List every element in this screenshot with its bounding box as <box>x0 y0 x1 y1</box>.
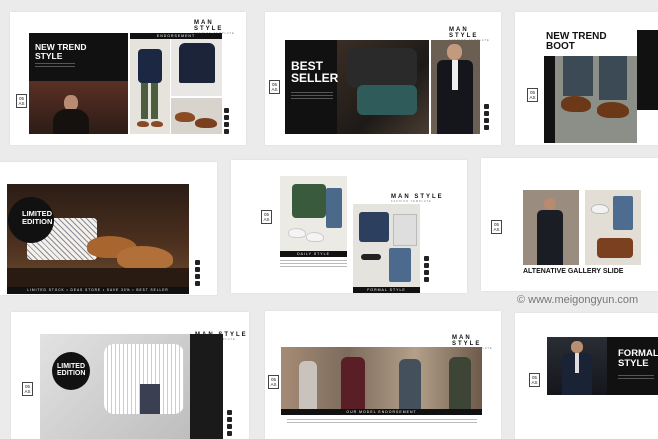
title-panel: NEW TREND STYLE <box>29 33 128 134</box>
photo-navy-sweater <box>130 39 170 134</box>
slide-limited-edition-1[interactable]: LIMITED EDITION LIMITED STOCK • DEAS STO… <box>0 162 217 295</box>
social-icons <box>195 260 200 286</box>
photo-flatlay-green-shirt <box>280 176 347 251</box>
title-panel: FORMAL STYLE <box>547 337 658 395</box>
watermark: © www.meigongyun.com <box>517 294 639 306</box>
slide-new-trend-style[interactable]: MAN STYLE FASHION TEMPLATE NEW TREND STY… <box>10 12 246 145</box>
body-text-lines <box>291 92 333 101</box>
photo-man-formal <box>547 337 607 395</box>
slide-alternative-gallery[interactable]: 05 AS ALTENATIVE GALLERY SLIDE <box>481 158 658 291</box>
body-text-lines <box>618 375 654 381</box>
body-text-lines <box>287 419 477 425</box>
social-icons <box>224 108 229 134</box>
photo-man-glasses <box>29 81 128 134</box>
social-icons <box>227 410 232 436</box>
caption-bar-2: FORMAL STYLE <box>353 287 420 293</box>
photo-sweater <box>171 39 222 96</box>
side-strip <box>544 56 555 143</box>
caption-bar-1: DAILY STYLE <box>280 251 347 257</box>
caption-bar: OUR MODEL ENDORSEMENT <box>281 409 482 415</box>
photo-man-suit <box>431 40 480 134</box>
slide-formal-style[interactable]: 05 AS FORMAL STYLE <box>515 313 658 439</box>
brand-logo: MAN STYLE FASHION TEMPLATE <box>391 194 444 203</box>
photo-accessories <box>585 190 641 265</box>
social-icons <box>484 104 489 130</box>
badge-circle: LIMITED EDITION <box>52 352 90 390</box>
side-panel <box>637 30 658 110</box>
title-panel: BEST SELLER <box>285 40 429 134</box>
slide-limited-edition-2[interactable]: MAN STYLE FASHION TEMPLATE 05 AS LIMITED… <box>11 312 249 439</box>
body-text-lines <box>35 63 75 69</box>
photo-brown-shoes <box>171 98 222 134</box>
photo-boots <box>555 56 637 143</box>
badge-circle: LIMITED EDITION <box>8 197 54 243</box>
footer-bar: LIMITED STOCK • DEAS STORE • SAVE 30% • … <box>7 287 189 294</box>
photo-models <box>281 347 482 409</box>
slide-best-seller[interactable]: MAN STYLE FASHION TEMPLATE 05 AS BEST SE… <box>265 12 501 145</box>
social-icons <box>424 256 429 282</box>
slide-daily-style[interactable]: 05 AS DAILY STYLE MAN STYLE FASHION TEMP… <box>231 160 467 293</box>
photo-man-street <box>523 190 579 265</box>
photo-flatlay-denim <box>353 204 420 287</box>
slide-endorsement[interactable]: MAN STYLE FASHION TEMPLATE 05 AS OUR MOD… <box>265 311 501 439</box>
photo-leather-bag <box>337 40 429 134</box>
slide-new-trend-boot[interactable]: NEW TREND BOOT 05 AS <box>515 12 658 145</box>
body-text-lines <box>280 260 347 269</box>
